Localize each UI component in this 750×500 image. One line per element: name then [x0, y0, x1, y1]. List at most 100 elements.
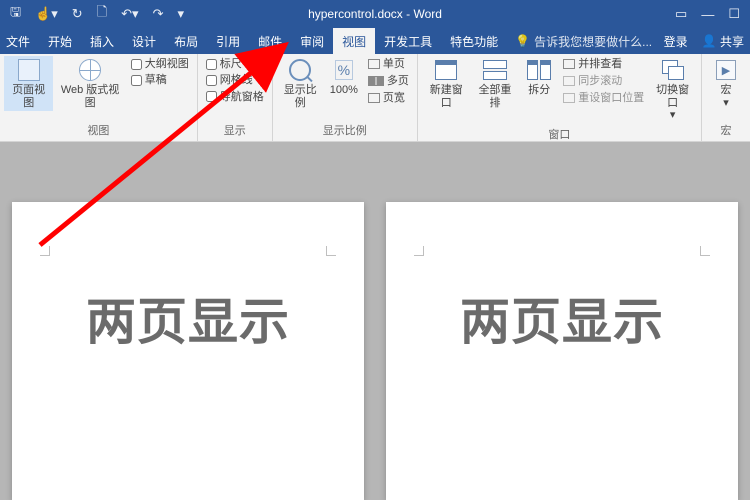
- zoom-icon: [286, 58, 314, 82]
- document-title: hypercontrol.docx - Word: [308, 7, 442, 21]
- tab-special[interactable]: 特色功能: [441, 28, 507, 54]
- zoom-100-button[interactable]: % 100%: [324, 56, 364, 99]
- ribbon-tabs: 文件 开始 插入 设计 布局 引用 邮件 审阅 视图 开发工具 特色功能 💡 告…: [0, 28, 750, 54]
- reset-pos-icon: [563, 93, 575, 103]
- tab-devtools[interactable]: 开发工具: [375, 28, 441, 54]
- sync-scroll-icon: [563, 76, 575, 86]
- zoom-100-icon: %: [330, 58, 358, 82]
- tab-references[interactable]: 引用: [207, 28, 249, 54]
- draft-label: 草稿: [145, 73, 167, 87]
- share-icon: 👤: [702, 34, 717, 48]
- undo-icon[interactable]: ↶▾: [121, 6, 138, 22]
- ribbon-options-icon[interactable]: ▭: [675, 6, 687, 22]
- new-window-label: 新建窗口: [426, 84, 467, 109]
- gridlines-label: 网格线: [220, 73, 253, 87]
- multi-page-button[interactable]: 多页: [368, 74, 409, 89]
- side-by-side-button[interactable]: 并排查看: [563, 57, 644, 72]
- one-page-button[interactable]: 单页: [368, 57, 409, 72]
- outline-label: 大纲视图: [145, 57, 189, 71]
- redo-icon[interactable]: ↷: [153, 6, 164, 22]
- tab-insert[interactable]: 插入: [81, 28, 123, 54]
- zoom-100-label: 100%: [330, 84, 358, 97]
- minimize-icon[interactable]: ―: [701, 7, 714, 22]
- web-layout-button[interactable]: Web 版式视图: [53, 56, 126, 111]
- group-zoom-label: 显示比例: [277, 120, 413, 141]
- tell-me-search[interactable]: 💡 告诉我您想要做什么...: [515, 28, 652, 54]
- quick-access-toolbar: 🖫 ☝▾ ↻ 🗋 ↶▾ ↷ ▾: [0, 0, 194, 28]
- tab-mailings[interactable]: 邮件: [249, 28, 291, 54]
- switch-window-button[interactable]: 切换窗口▾: [648, 56, 697, 124]
- margin-corner-icon: [700, 246, 710, 256]
- page-width-icon: [368, 93, 380, 103]
- zoom-button[interactable]: 显示比例: [277, 56, 324, 111]
- multi-page-label: 多页: [387, 74, 409, 89]
- one-page-label: 单页: [383, 57, 405, 72]
- switch-window-label: 切换窗口▾: [652, 84, 693, 122]
- sync-scroll-button[interactable]: 同步滚动: [563, 74, 644, 89]
- split-icon: [525, 58, 553, 82]
- page-width-button[interactable]: 页宽: [368, 91, 409, 106]
- margin-corner-icon: [40, 246, 50, 256]
- group-show-label: 显示: [202, 120, 268, 141]
- print-layout-icon: [15, 58, 43, 82]
- group-show: 标尺 网格线 导航窗格 显示: [198, 54, 273, 141]
- tab-design[interactable]: 设计: [123, 28, 165, 54]
- ruler-label: 标尺: [220, 57, 242, 71]
- reset-pos-label: 重设窗口位置: [578, 91, 644, 106]
- new-window-button[interactable]: 新建窗口: [422, 56, 471, 111]
- reset-pos-button[interactable]: 重设窗口位置: [563, 91, 644, 106]
- page-1[interactable]: 两页显示: [12, 202, 364, 500]
- margin-corner-icon: [326, 246, 336, 256]
- print-layout-button[interactable]: 页面视图: [4, 56, 53, 111]
- group-zoom: 显示比例 % 100% 单页 多页 页宽 显示比例: [273, 54, 418, 141]
- save-icon[interactable]: 🖫: [10, 3, 21, 25]
- draft-view-checkbox[interactable]: 草稿: [131, 73, 189, 87]
- sync-scroll-label: 同步滚动: [578, 74, 622, 89]
- macros-icon: ▶: [712, 58, 740, 82]
- print-preview-icon[interactable]: 🗋: [97, 3, 107, 25]
- one-page-icon: [368, 59, 380, 69]
- share-label: 共享: [720, 33, 744, 50]
- new-window-icon: [432, 58, 460, 82]
- ribbon: 页面视图 Web 版式视图 大纲视图 草稿 视图 标尺 网格线 导航窗格 显示: [0, 54, 750, 142]
- page-width-label: 页宽: [383, 91, 405, 106]
- qat-customize-icon[interactable]: ▾: [177, 6, 184, 22]
- group-macros: ▶ 宏▾ 宏: [702, 54, 750, 141]
- arrange-all-icon: [481, 58, 509, 82]
- ruler-checkbox[interactable]: 标尺: [206, 57, 264, 71]
- switch-window-icon: [659, 58, 687, 82]
- margin-corner-icon: [414, 246, 424, 256]
- tab-home[interactable]: 开始: [39, 28, 81, 54]
- title-bar: 🖫 ☝▾ ↻ 🗋 ↶▾ ↷ ▾ hypercontrol.docx - Word…: [0, 0, 750, 28]
- split-label: 拆分: [528, 84, 550, 97]
- maximize-icon[interactable]: ☐: [728, 6, 740, 22]
- tab-view[interactable]: 视图: [333, 28, 375, 54]
- tab-file[interactable]: 文件: [0, 28, 39, 54]
- share-button[interactable]: 👤 共享: [696, 28, 750, 54]
- group-views-label: 视图: [4, 120, 193, 141]
- tab-layout[interactable]: 布局: [165, 28, 207, 54]
- gridlines-checkbox[interactable]: 网格线: [206, 73, 264, 87]
- web-layout-label: Web 版式视图: [57, 84, 122, 109]
- login-button[interactable]: 登录: [656, 28, 696, 54]
- group-views: 页面视图 Web 版式视图 大纲视图 草稿 视图: [0, 54, 198, 141]
- group-macros-label: 宏: [706, 120, 746, 141]
- group-window: 新建窗口 全部重排 拆分 并排查看 同步滚动 重设窗口位置 切换窗口▾ 窗口: [418, 54, 702, 141]
- side-by-side-label: 并排查看: [578, 57, 622, 72]
- page-2[interactable]: 两页显示: [386, 202, 738, 500]
- tab-review[interactable]: 审阅: [291, 28, 333, 54]
- nav-pane-checkbox[interactable]: 导航窗格: [206, 90, 264, 104]
- page-2-text: 两页显示: [386, 282, 738, 354]
- arrange-all-button[interactable]: 全部重排: [471, 56, 520, 111]
- pages-container: 两页显示 两页显示: [0, 202, 750, 500]
- multi-page-icon: [368, 76, 384, 86]
- page-1-text: 两页显示: [12, 282, 364, 354]
- touch-mode-icon[interactable]: ☝▾: [35, 6, 58, 22]
- split-button[interactable]: 拆分: [519, 56, 559, 99]
- lightbulb-icon: 💡: [515, 34, 530, 48]
- repeat-icon[interactable]: ↻: [72, 6, 83, 22]
- tell-me-placeholder: 告诉我您想要做什么...: [534, 33, 652, 50]
- outline-view-checkbox[interactable]: 大纲视图: [131, 57, 189, 71]
- macros-button[interactable]: ▶ 宏▾: [706, 56, 746, 111]
- nav-pane-label: 导航窗格: [220, 90, 264, 104]
